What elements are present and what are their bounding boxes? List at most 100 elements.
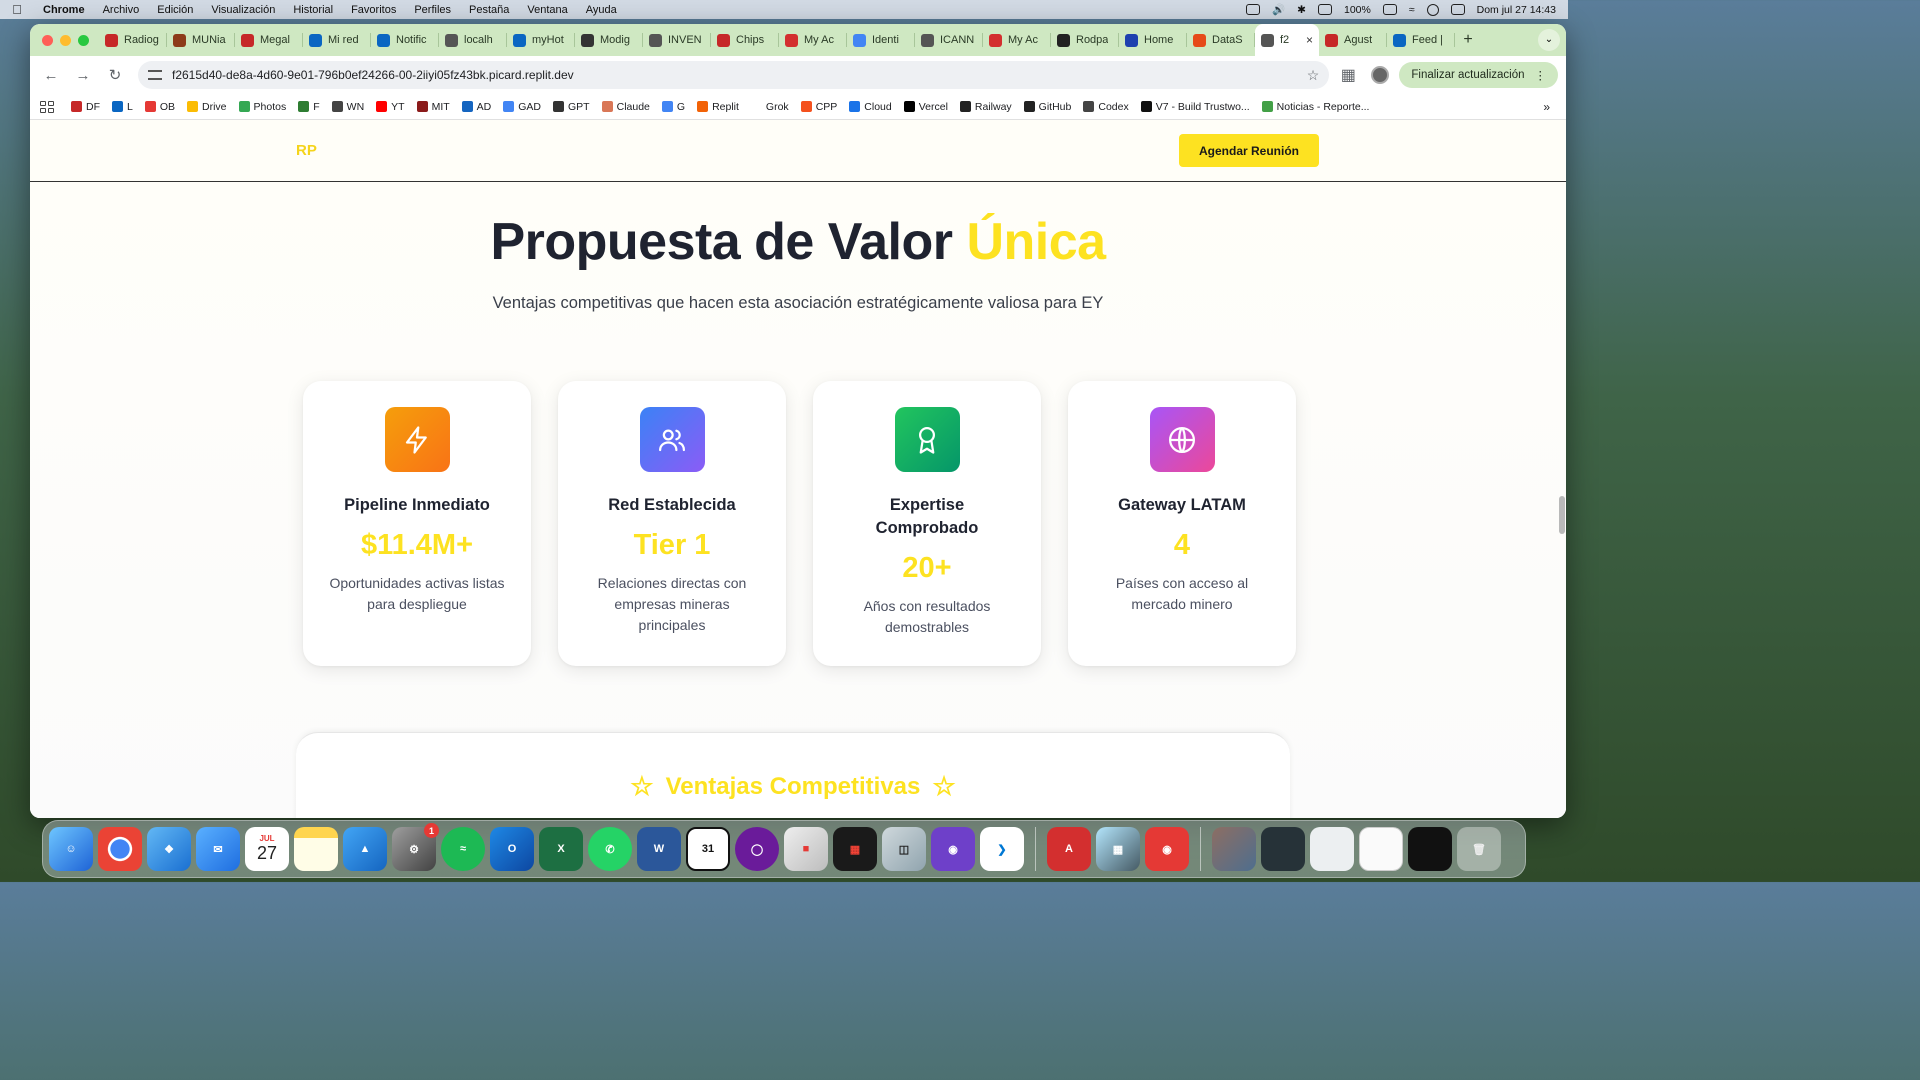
address-bar[interactable]: f2615d40-de8a-4d60-9e01-796b0ef24266-00-…	[138, 61, 1330, 89]
tab[interactable]: myHot	[507, 24, 575, 56]
tab[interactable]: Home	[1119, 24, 1187, 56]
menu-historial[interactable]: Historial	[284, 4, 342, 16]
utility-app-icon[interactable]: ◫	[882, 827, 926, 871]
finder-icon[interactable]: ☺	[49, 827, 93, 871]
bookmark-item[interactable]: L	[107, 101, 138, 113]
bookmark-item[interactable]: GitHub	[1019, 101, 1077, 113]
menu-perfiles[interactable]: Perfiles	[405, 4, 460, 16]
tab[interactable]: Mi red	[303, 24, 371, 56]
menu-edicion[interactable]: Edición	[148, 4, 202, 16]
tab[interactable]: Radiog	[99, 24, 167, 56]
calendar-icon[interactable]: JUL 27	[245, 827, 289, 871]
schedule-meeting-button[interactable]: Agendar Reunión	[1178, 134, 1319, 167]
bookmark-item[interactable]: YT	[371, 101, 409, 113]
bluetooth-icon[interactable]: ✱	[1297, 4, 1306, 16]
profile-avatar[interactable]	[1367, 62, 1393, 88]
site-logo[interactable]: RP	[296, 142, 317, 159]
close-tab-icon[interactable]: ×	[1306, 33, 1313, 47]
bookmark-item[interactable]: CPP	[796, 101, 843, 113]
tab[interactable]: Modig	[575, 24, 643, 56]
screen-share-icon[interactable]	[1246, 4, 1261, 15]
tab[interactable]: My Ac	[779, 24, 847, 56]
word-icon[interactable]: W	[637, 827, 681, 871]
bookmark-item[interactable]: GAD	[498, 101, 546, 113]
menu-app-name[interactable]: Chrome	[34, 4, 94, 16]
menu-visualizacion[interactable]: Visualización	[202, 4, 284, 16]
bookmark-item[interactable]: Noticias - Reporte...	[1257, 101, 1375, 113]
volume-icon[interactable]: 🔊	[1272, 3, 1285, 16]
bookmark-item[interactable]: Cloud	[844, 101, 896, 113]
excel-icon[interactable]: X	[539, 827, 583, 871]
window-thumbnail[interactable]	[1261, 827, 1305, 871]
bookmark-item[interactable]: AD	[457, 101, 497, 113]
bookmark-item[interactable]: Claude	[597, 101, 655, 113]
extensions-puzzle-icon[interactable]: ▦	[1335, 62, 1361, 88]
tab[interactable]: ICANN	[915, 24, 983, 56]
bookmark-item[interactable]: Replit	[692, 101, 744, 113]
tableplus-icon[interactable]: ▦	[833, 827, 877, 871]
bookmark-item[interactable]: Codex	[1078, 101, 1133, 113]
tab[interactable]: Notific	[371, 24, 439, 56]
circle-app-icon[interactable]: ◯	[735, 827, 779, 871]
control-center-icon[interactable]	[1450, 4, 1465, 15]
forward-arrow-icon[interactable]: →	[70, 62, 96, 88]
site-info-icon[interactable]	[148, 70, 162, 80]
bookmark-item[interactable]: Photos	[234, 101, 292, 113]
menu-archivo[interactable]: Archivo	[94, 4, 149, 16]
preview-icon[interactable]: ▦	[1096, 827, 1140, 871]
outlook-icon[interactable]: O	[490, 827, 534, 871]
tab[interactable]: Chips	[711, 24, 779, 56]
page-scrollbar[interactable]	[1559, 496, 1565, 534]
tab[interactable]: Megal	[235, 24, 303, 56]
tab-search-chevron-icon[interactable]: ⌄	[1538, 29, 1560, 51]
notes-icon[interactable]	[294, 827, 338, 871]
menubar-datetime[interactable]: Dom jul 27 14:43	[1477, 4, 1556, 16]
menu-ventana[interactable]: Ventana	[518, 4, 576, 16]
calendar-31-icon[interactable]: 31	[686, 827, 730, 871]
new-tab-button[interactable]: +	[1455, 31, 1481, 49]
file-thumbnail[interactable]	[1359, 827, 1403, 871]
bookmark-item[interactable]: WN	[327, 101, 370, 113]
acrobat-icon[interactable]: A	[1047, 827, 1091, 871]
reload-icon[interactable]: ↻	[102, 62, 128, 88]
github-desktop-icon[interactable]: ◉	[931, 827, 975, 871]
back-arrow-icon[interactable]: ←	[38, 62, 64, 88]
keynote-icon[interactable]: ▲	[343, 827, 387, 871]
document-thumbnail[interactable]	[1310, 827, 1354, 871]
finish-update-button[interactable]: Finalizar actualización ⋮	[1399, 62, 1558, 88]
address-url[interactable]: f2615d40-de8a-4d60-9e01-796b0ef24266-00-…	[172, 68, 1297, 82]
battery-icon[interactable]	[1382, 4, 1397, 15]
minimize-window-button[interactable]	[60, 34, 71, 46]
bookmark-item[interactable]: OB	[140, 101, 180, 113]
photo-thumbnail[interactable]	[1212, 827, 1256, 871]
spotlight-search-icon[interactable]	[1426, 3, 1439, 16]
bookmark-item[interactable]: MIT	[412, 101, 455, 113]
tab[interactable]: Identi	[847, 24, 915, 56]
safari-icon[interactable]: ❖	[147, 827, 191, 871]
photo-booth-icon[interactable]: ◉	[1145, 827, 1189, 871]
tab[interactable]: DataS	[1187, 24, 1255, 56]
tab[interactable]: My Ac	[983, 24, 1051, 56]
bookmarks-overflow-icon[interactable]: »	[1543, 100, 1556, 114]
wifi-icon[interactable]: ≈	[1409, 4, 1415, 16]
menu-ayuda[interactable]: Ayuda	[577, 4, 626, 16]
tab[interactable]: Feed |	[1387, 24, 1455, 56]
trash-icon[interactable]: 🗑	[1457, 827, 1501, 871]
tab[interactable]: localh	[439, 24, 507, 56]
close-window-button[interactable]	[42, 34, 53, 46]
tab[interactable]: Agust	[1319, 24, 1387, 56]
zoom-window-button[interactable]	[78, 34, 89, 46]
tab[interactable]: INVEN	[643, 24, 711, 56]
spotify-icon[interactable]: ≈	[441, 827, 485, 871]
apple-menu-icon[interactable]: 	[0, 2, 34, 17]
bookmark-item[interactable]: GPT	[548, 101, 595, 113]
tab[interactable]: MUNia	[167, 24, 235, 56]
bookmark-star-icon[interactable]: ☆	[1307, 67, 1320, 84]
bookmark-item[interactable]: G	[657, 101, 690, 113]
bookmark-item[interactable]: V7 - Build Trustwo...	[1136, 101, 1255, 113]
chrome-icon[interactable]	[98, 827, 142, 871]
mail-icon[interactable]: ✉	[196, 827, 240, 871]
tab[interactable]: Rodpa	[1051, 24, 1119, 56]
bookmark-item[interactable]: DF	[66, 101, 105, 113]
menu-pestana[interactable]: Pestaña	[460, 4, 518, 16]
